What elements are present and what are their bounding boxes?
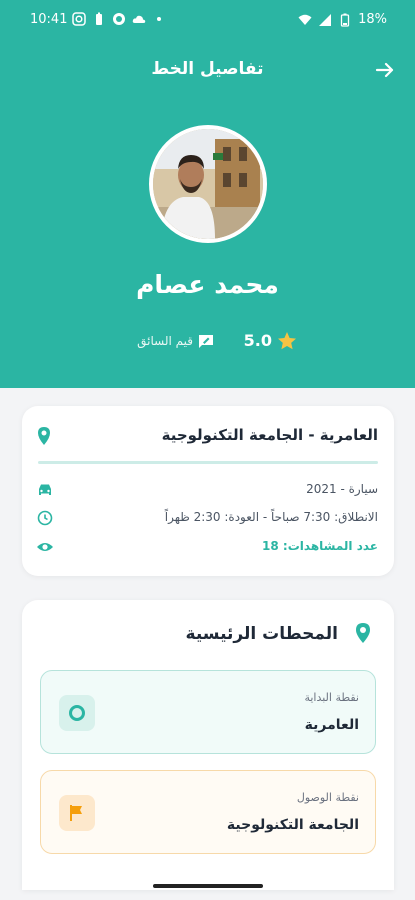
views-row: عدد المشاهدات: 18 <box>36 537 378 557</box>
status-bar: 10:41 18% <box>0 0 415 40</box>
location-pin-icon <box>356 623 370 643</box>
wifi-icon <box>298 14 312 25</box>
end-name: الجامعة التكنولوجية <box>226 817 359 833</box>
vehicle-row: سيارة - 2021 <box>36 480 378 500</box>
start-name: العامرية <box>304 717 359 733</box>
battery-percent: 18% <box>358 12 387 27</box>
start-station: نقطة البداية العامرية <box>40 670 376 754</box>
start-circle-icon <box>69 705 85 721</box>
arrow-right-icon[interactable] <box>373 58 397 82</box>
instagram-icon <box>72 12 86 26</box>
stations-card: المحطات الرئيسية نقطة البداية العامرية ن… <box>22 600 394 890</box>
schedule-text: الانطلاق: 7:30 صباحاً - العودة: 2:30 ظهر… <box>164 510 378 524</box>
car-icon <box>39 484 51 495</box>
end-station: نقطة الوصول الجامعة التكنولوجية <box>40 770 376 854</box>
driver-rating: 5.0 <box>243 331 272 350</box>
stations-title: المحطات الرئيسية <box>185 624 338 644</box>
signal-icon <box>319 13 332 26</box>
eye-icon <box>37 543 53 551</box>
schedule-row: الانطلاق: 7:30 صباحاً - العودة: 2:30 ظهر… <box>36 508 378 528</box>
star-icon <box>278 332 296 350</box>
home-indicator[interactable] <box>153 884 263 888</box>
status-notification-icons <box>72 12 166 26</box>
vehicle-text: سيارة - 2021 <box>306 482 378 496</box>
route-title: العامرية - الجامعة التكنولوجية <box>161 426 378 444</box>
app-notification-icon <box>113 13 125 25</box>
start-icon-box <box>59 695 95 731</box>
driver-avatar <box>149 125 267 243</box>
divider <box>38 461 378 464</box>
flag-icon <box>70 805 82 821</box>
rate-driver-link[interactable]: قيم السائق <box>137 334 193 348</box>
rating-row: 5.0 قيم السائق <box>0 330 415 352</box>
rate-review-icon[interactable] <box>198 333 214 349</box>
end-icon-box <box>59 795 95 831</box>
driver-photo <box>153 129 263 239</box>
page-title: تفاصيل الخط <box>151 59 264 79</box>
clock-icon <box>37 510 53 526</box>
location-pin-icon <box>38 427 50 445</box>
battery-saver-icon <box>96 12 102 25</box>
end-label: نقطة الوصول <box>296 791 359 804</box>
driver-name: محمد عصام <box>136 270 279 299</box>
route-details-card: العامرية - الجامعة التكنولوجية سيارة - 2… <box>22 406 394 576</box>
status-system-icons: 18% <box>298 12 387 27</box>
views-count: عدد المشاهدات: 18 <box>262 539 378 553</box>
start-label: نقطة البداية <box>304 691 359 704</box>
cloud-icon <box>132 15 146 23</box>
battery-icon <box>340 13 350 27</box>
dot-icon <box>157 17 161 21</box>
status-time: 10:41 <box>30 12 68 27</box>
